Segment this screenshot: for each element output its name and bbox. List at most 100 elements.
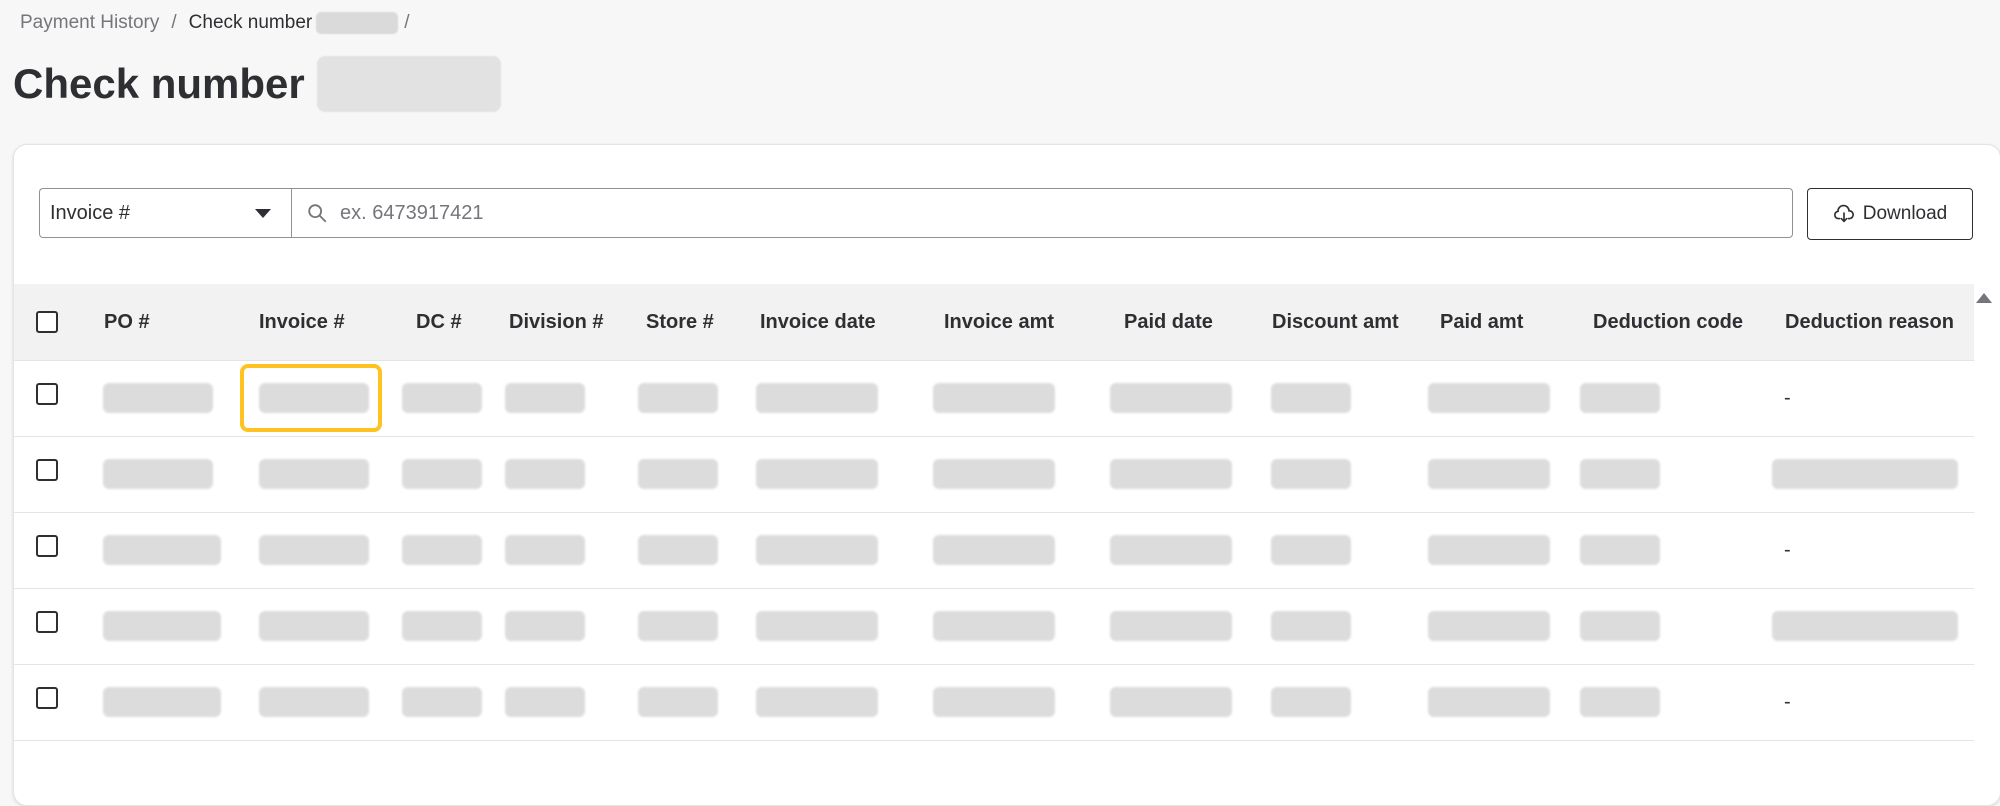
redacted-deduction-code	[1580, 611, 1660, 641]
table-row[interactable]: -	[14, 513, 1974, 589]
redacted-invoice[interactable]	[259, 459, 369, 489]
redacted-dc	[402, 383, 482, 413]
row-checkbox[interactable]	[36, 383, 58, 405]
deduction-reason: -	[1784, 539, 1791, 561]
redacted-deduction-code	[1580, 535, 1660, 565]
redacted-po	[103, 383, 213, 413]
breadcrumb-separator: /	[404, 12, 410, 33]
table-header: PO # Invoice # DC # Division # Store # I…	[14, 284, 1974, 361]
column-header-division[interactable]: Division #	[509, 284, 603, 360]
redacted-invoice-amt	[933, 383, 1055, 413]
column-header-paid-amt[interactable]: Paid amt	[1440, 284, 1523, 360]
redacted-discount-amt	[1271, 611, 1351, 641]
redacted-paid-amt	[1428, 459, 1550, 489]
redacted-check-number	[316, 56, 501, 112]
caret-down-icon	[255, 208, 271, 218]
redacted-discount-amt	[1271, 535, 1351, 565]
redacted-check-number	[316, 12, 399, 34]
column-header-deduction-reason[interactable]: Deduction reason	[1785, 284, 1954, 360]
redacted-dc	[402, 459, 482, 489]
redacted-discount-amt	[1271, 459, 1351, 489]
column-header-invoice-amt[interactable]: Invoice amt	[944, 284, 1054, 360]
payments-table: PO # Invoice # DC # Division # Store # I…	[14, 284, 1974, 741]
download-button[interactable]: Download	[1807, 188, 1973, 240]
column-header-paid-date[interactable]: Paid date	[1124, 284, 1213, 360]
page-title: Check number	[13, 60, 305, 107]
highlighted-invoice-cell	[240, 364, 382, 432]
redacted-division	[505, 611, 585, 641]
row-checkbox[interactable]	[36, 687, 58, 709]
redacted-dc	[402, 611, 482, 641]
redacted-invoice[interactable]	[259, 535, 369, 565]
select-all-checkbox[interactable]	[36, 311, 58, 333]
redacted-paid-amt	[1428, 383, 1550, 413]
payment-detail-card: Invoice # Download PO # Invoice # DC # D…	[13, 144, 2000, 806]
redacted-invoice-date	[756, 459, 878, 489]
table-row[interactable]: -	[14, 361, 1974, 437]
redacted-invoice-amt	[933, 687, 1055, 717]
redacted-invoice-date	[756, 687, 878, 717]
search-box	[291, 188, 1793, 238]
redacted-division	[505, 459, 585, 489]
redacted-discount-amt	[1271, 383, 1351, 413]
redacted-paid-date	[1110, 459, 1232, 489]
scroll-up-arrow-icon[interactable]	[1976, 293, 1992, 303]
redacted-store	[638, 383, 718, 413]
column-header-deduction-code[interactable]: Deduction code	[1593, 284, 1743, 360]
column-header-po[interactable]: PO #	[104, 284, 150, 360]
column-header-discount-amt[interactable]: Discount amt	[1272, 284, 1399, 360]
redacted-division	[505, 535, 585, 565]
redacted-discount-amt	[1271, 687, 1351, 717]
search-field-select[interactable]: Invoice #	[39, 188, 291, 238]
breadcrumb: Payment History / Check number /	[20, 12, 422, 34]
redacted-paid-amt	[1428, 611, 1550, 641]
redacted-po	[103, 535, 221, 565]
table-row[interactable]: -	[14, 665, 1974, 741]
redacted-invoice-amt	[933, 535, 1055, 565]
row-checkbox[interactable]	[36, 535, 58, 557]
table-row[interactable]	[14, 437, 1974, 513]
redacted-deduction-reason	[1772, 611, 1958, 641]
table-row[interactable]	[14, 589, 1974, 665]
redacted-paid-amt	[1428, 687, 1550, 717]
search-input[interactable]	[338, 200, 1792, 226]
redacted-invoice-date	[756, 535, 878, 565]
search-toolbar: Invoice #	[39, 188, 1793, 238]
column-header-store[interactable]: Store #	[646, 284, 714, 360]
redacted-po	[103, 611, 221, 641]
column-header-dc[interactable]: DC #	[416, 284, 462, 360]
redacted-paid-date	[1110, 535, 1232, 565]
redacted-dc	[402, 535, 482, 565]
redacted-invoice-date	[756, 611, 878, 641]
page-title-wrapper: Check number	[13, 56, 501, 112]
breadcrumb-payment-history[interactable]: Payment History	[20, 12, 159, 34]
redacted-deduction-code	[1580, 383, 1660, 413]
redacted-deduction-code	[1580, 459, 1660, 489]
redacted-store	[638, 535, 718, 565]
redacted-paid-date	[1110, 687, 1232, 717]
redacted-deduction-reason	[1772, 459, 1958, 489]
search-icon	[308, 204, 327, 223]
breadcrumb-separator: /	[171, 12, 177, 33]
redacted-division	[505, 383, 585, 413]
search-field-selected: Invoice #	[50, 201, 131, 224]
redacted-paid-date	[1110, 383, 1232, 413]
deduction-reason: -	[1784, 691, 1791, 713]
download-label: Download	[1862, 203, 1948, 224]
redacted-invoice[interactable]	[259, 611, 369, 641]
redacted-paid-amt	[1428, 535, 1550, 565]
redacted-paid-date	[1110, 611, 1232, 641]
redacted-invoice-date	[756, 383, 878, 413]
column-header-invoice[interactable]: Invoice #	[259, 284, 345, 360]
row-checkbox[interactable]	[36, 459, 58, 481]
redacted-invoice[interactable]	[259, 687, 369, 717]
redacted-dc	[402, 687, 482, 717]
redacted-deduction-code	[1580, 687, 1660, 717]
redacted-store	[638, 687, 718, 717]
column-header-invoice-date[interactable]: Invoice date	[760, 284, 876, 360]
row-checkbox[interactable]	[36, 611, 58, 633]
redacted-invoice-amt	[933, 459, 1055, 489]
redacted-po	[103, 687, 221, 717]
redacted-division	[505, 687, 585, 717]
deduction-reason: -	[1784, 387, 1791, 409]
